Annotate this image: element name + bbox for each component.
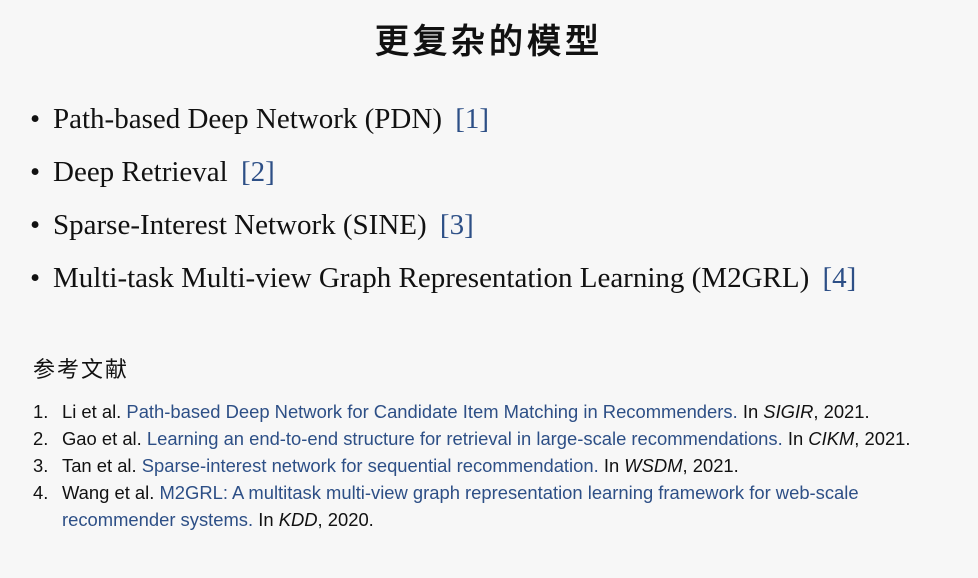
reference-in: In [787,428,804,449]
reference-year: , 2020. [317,509,374,530]
bullet-text: Multi-task Multi-view Graph Representati… [53,262,810,294]
reference-paper-link[interactable]: Sparse-interest network for sequential r… [142,455,599,476]
reference-year: , 2021. [682,455,739,476]
reference-number: 2. [33,428,49,449]
reference-number: 3. [33,455,49,476]
bullet-item: • Multi-task Multi-view Graph Representat… [30,257,856,310]
citation-link[interactable]: [3] [440,209,474,241]
bullet-dot: • [30,156,41,188]
reference-authors: Wang et al. [62,482,155,503]
reference-paper-link[interactable]: Path-based Deep Network for Candidate It… [126,401,737,422]
bullet-item: • Path-based Deep Network (PDN) [1] [30,98,856,151]
citation-link[interactable]: [4] [823,262,857,294]
reference-paper-link[interactable]: Learning an end-to-end structure for ret… [147,428,783,449]
reference-list: 1. Li et al. Path-based Deep Network for … [33,398,968,533]
bullet-text: Path-based Deep Network (PDN) [53,103,442,135]
bullet-dot: • [30,262,41,294]
reference-number: 4. [33,482,49,503]
reference-authors: Gao et al. [62,428,142,449]
reference-venue: SIGIR [763,401,814,422]
citation-link[interactable]: [2] [241,156,275,188]
citation-link[interactable]: [1] [455,103,489,135]
references-heading: 参考文献 [33,358,130,383]
reference-venue: CIKM [808,428,855,449]
reference-number: 1. [33,401,49,422]
bullet-text: Deep Retrieval [53,156,228,188]
bullet-dot: • [30,103,41,135]
reference-item: 4. Wang et al. M2GRL: A multitask multi-v… [33,479,968,533]
reference-in: In [742,401,759,422]
bullet-item: • Deep Retrieval [2] [30,151,856,204]
reference-in: In [258,509,274,530]
bullet-dot: • [30,209,41,241]
reference-item: 3. Tan et al. Sparse-interest network for… [33,452,968,479]
reference-year: , 2021. [813,401,870,422]
reference-year: , 2021. [854,428,911,449]
reference-paper-link[interactable]: M2GRL: A multitask multi-view graph repr… [62,482,859,530]
reference-in: In [603,455,620,476]
model-list: • Path-based Deep Network (PDN) [1] • Deep… [30,98,856,310]
reference-venue: WSDM [624,455,683,476]
reference-authors: Tan et al. [62,455,137,476]
bullet-item: • Sparse-Interest Network (SINE) [3] [30,204,856,257]
bullet-text: Sparse-Interest Network (SINE) [53,209,427,241]
reference-venue: KDD [278,509,318,530]
slide-title: 更复杂的模型 [375,22,603,62]
reference-item: 1. Li et al. Path-based Deep Network for … [33,398,968,425]
reference-authors: Li et al. [62,401,122,422]
reference-item: 2. Gao et al. Learning an end-to-end stru… [33,425,968,452]
